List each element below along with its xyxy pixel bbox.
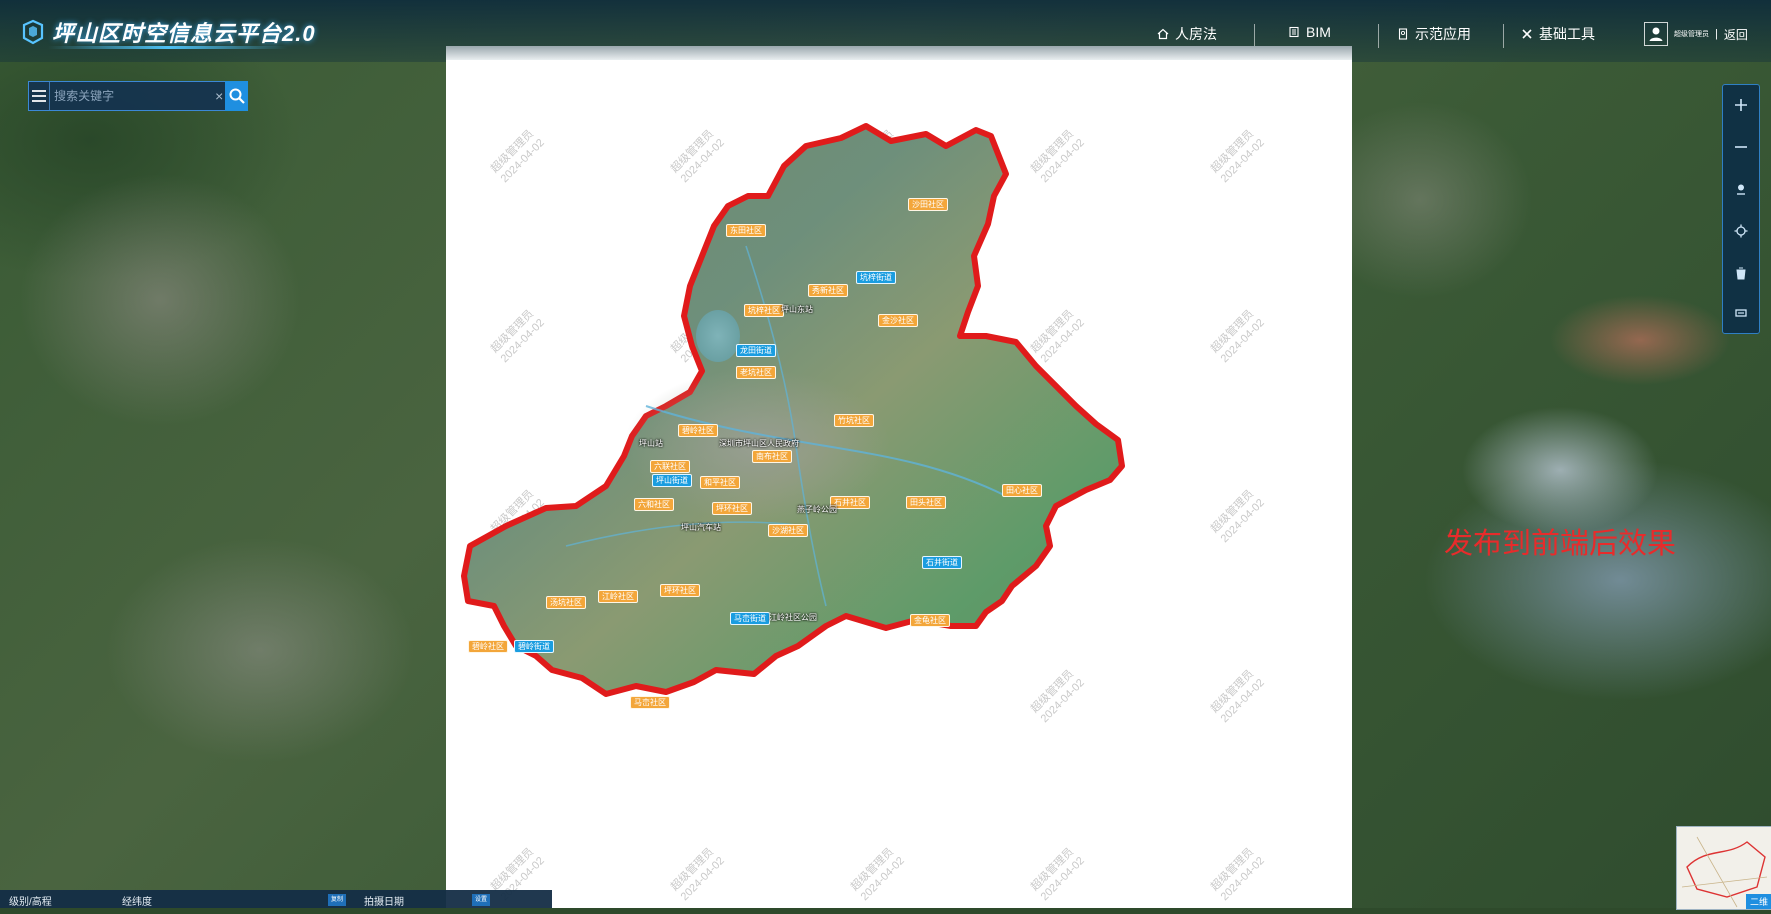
map-label[interactable]: 坪山站 xyxy=(636,438,666,449)
map-label[interactable]: 田心社区 xyxy=(1002,484,1042,497)
crosshair-icon xyxy=(1734,224,1748,238)
map-label[interactable]: 江岭社区公园 xyxy=(766,612,820,623)
copy-coordinates-button[interactable]: 复制 xyxy=(328,894,347,906)
map-label[interactable]: 坪山街道 xyxy=(652,474,692,487)
published-map-sheet[interactable]: 超级管理员 2024-04-02 超级管理员 2024-04-02 超级管理员 202… xyxy=(446,46,1352,908)
clear-button[interactable] xyxy=(1723,253,1759,293)
nav-divider xyxy=(1378,24,1379,48)
2d-toggle-button[interactable]: 二维 xyxy=(1745,894,1771,909)
hamburger-menu-icon xyxy=(32,90,47,102)
date-setting-button[interactable]: 设置 xyxy=(472,894,491,906)
map-label[interactable]: 竹坑社区 xyxy=(834,414,874,427)
map-label[interactable]: 深圳市坪山区人民政府 xyxy=(716,438,802,449)
map-label[interactable]: 秀新社区 xyxy=(808,284,848,297)
map-label[interactable]: 金龟社区 xyxy=(910,614,950,627)
user-name: 超级管理员 xyxy=(1674,31,1709,38)
map-label[interactable]: 沙田社区 xyxy=(908,198,948,211)
app-logo: 坪山区时空信息云平台2.0 xyxy=(20,16,316,48)
map-label[interactable]: 沙湖社区 xyxy=(768,524,808,537)
nav-item-label: 示范应用 xyxy=(1415,26,1471,42)
document-icon xyxy=(1398,28,1408,40)
map-label[interactable]: 马峦街道 xyxy=(730,612,770,625)
map-label[interactable]: 田头社区 xyxy=(906,496,946,509)
menu-button[interactable] xyxy=(29,82,51,110)
map-label[interactable]: 六联社区 xyxy=(650,460,690,473)
nav-divider xyxy=(1254,24,1255,48)
zoom-in-button[interactable] xyxy=(1723,85,1759,125)
map-label[interactable]: 老坑社区 xyxy=(736,366,776,379)
map-pin-icon xyxy=(1737,184,1745,195)
plus-icon xyxy=(1735,99,1747,111)
level-elevation-label: 级别/高程 xyxy=(9,897,52,908)
district-map[interactable] xyxy=(446,46,1352,908)
nav-item-basic-tools[interactable]: 基础工具 xyxy=(1521,24,1595,44)
map-label[interactable]: 坑梓街道 xyxy=(856,271,896,284)
reservoir xyxy=(696,310,740,362)
layers-icon xyxy=(1735,309,1747,317)
map-label[interactable]: 坪环社区 xyxy=(712,502,752,515)
search-icon xyxy=(229,88,245,104)
map-label[interactable]: 南布社区 xyxy=(752,450,792,463)
map-label[interactable]: 坪山汽车站 xyxy=(678,522,724,533)
nav-item-label: 人房法 xyxy=(1175,26,1217,42)
status-bar: 级别/高程 经纬度 复制 拍摄日期 设置 xyxy=(0,890,552,908)
user-separator: | xyxy=(1715,28,1718,40)
capture-date-label: 拍摄日期 xyxy=(364,897,404,908)
home-icon xyxy=(1157,28,1169,40)
logo-underline xyxy=(48,46,288,49)
map-label[interactable]: 石井街道 xyxy=(922,556,962,569)
building-icon xyxy=(1289,26,1299,38)
search-bar: × xyxy=(28,81,249,111)
logo-icon xyxy=(22,19,44,45)
search-input[interactable] xyxy=(50,84,214,108)
overlay-annotation: 发布到前端后效果 xyxy=(1444,528,1677,560)
map-label[interactable]: 汤坑社区 xyxy=(546,596,586,609)
search-button[interactable] xyxy=(225,81,249,111)
map-label[interactable]: 坪环社区 xyxy=(660,584,700,597)
map-label[interactable]: 碧岭社区 xyxy=(468,640,508,653)
map-label[interactable]: 江岭社区 xyxy=(598,590,638,603)
location-button[interactable] xyxy=(1723,169,1759,209)
map-label[interactable]: 六和社区 xyxy=(634,498,674,511)
coordinates-label: 经纬度 xyxy=(122,897,152,908)
map-label[interactable]: 碧岭社区 xyxy=(678,424,718,437)
map-label[interactable]: 碧岭街道 xyxy=(514,640,554,653)
nav-item-demo-apps[interactable]: 示范应用 xyxy=(1397,24,1471,44)
map-label[interactable]: 燕子岭公园 xyxy=(794,504,840,515)
overview-minimap[interactable]: 二维 xyxy=(1676,826,1771,910)
nav-item-label: 基础工具 xyxy=(1539,26,1595,42)
app-title: 坪山区时空信息云平台2.0 xyxy=(52,21,316,46)
map-label[interactable]: 坪山东站 xyxy=(778,304,816,315)
nav-item-label: BIM xyxy=(1306,24,1331,40)
user-area: 超级管理员 | 返回 xyxy=(1644,22,1748,46)
tools-icon xyxy=(1522,29,1532,39)
back-link[interactable]: 返回 xyxy=(1724,26,1748,43)
map-label[interactable]: 和平社区 xyxy=(700,476,740,489)
nav-item-bim[interactable]: BIM xyxy=(1288,24,1331,40)
clear-search-button[interactable]: × xyxy=(213,88,225,104)
avatar[interactable] xyxy=(1644,22,1668,46)
layers-button[interactable] xyxy=(1723,293,1759,333)
user-icon xyxy=(1649,27,1663,41)
map-label[interactable]: 马峦社区 xyxy=(630,696,670,709)
locate-button[interactable] xyxy=(1723,211,1759,251)
map-label[interactable]: 东田社区 xyxy=(726,224,766,237)
trash-icon xyxy=(1736,267,1746,280)
map-toolbar xyxy=(1722,84,1760,334)
map-label[interactable]: 金沙社区 xyxy=(878,314,918,327)
nav-item-renfangfa[interactable]: 人房法 xyxy=(1157,24,1217,44)
minus-icon xyxy=(1735,146,1747,148)
map-label[interactable]: 龙田街道 xyxy=(736,344,776,357)
zoom-out-button[interactable] xyxy=(1723,127,1759,167)
nav-divider xyxy=(1503,24,1504,48)
